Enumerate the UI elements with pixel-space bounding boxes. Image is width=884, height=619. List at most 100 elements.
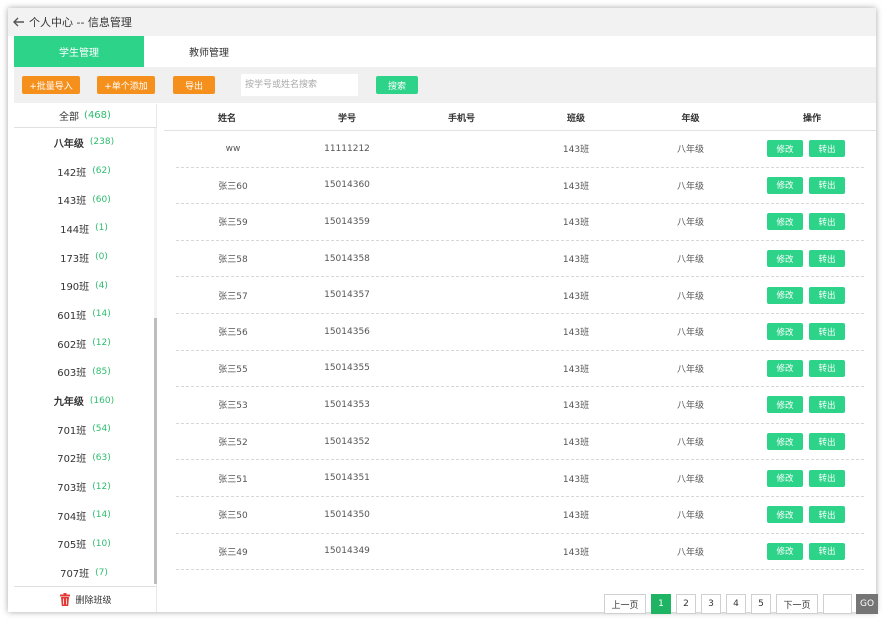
tab-student-management[interactable]: 学生管理: [14, 36, 144, 67]
cell-name: 张三50: [218, 511, 248, 522]
next-page-button[interactable]: 下一页: [776, 594, 818, 614]
sidebar-item-count: (10): [92, 538, 111, 549]
page-5-button[interactable]: 5: [751, 594, 771, 614]
sidebar-class-item[interactable]: 703班 (12): [14, 472, 154, 501]
sidebar-item-count: (12): [92, 481, 111, 492]
sidebar-all-count: (468): [84, 110, 111, 121]
edit-button[interactable]: 修改: [767, 359, 803, 377]
sidebar-class-item[interactable]: 601班 (14): [14, 300, 154, 329]
sidebar-item-count: (14): [92, 309, 111, 320]
sidebar-item-label: 707班: [60, 569, 90, 581]
sidebar-class-item[interactable]: 142班 (62): [14, 157, 154, 186]
cell-student-id: 15014352: [324, 436, 370, 447]
sidebar-item-label: 143班: [57, 196, 87, 208]
transfer-out-button[interactable]: 转出: [809, 542, 845, 560]
sidebar-item-label: 704班: [57, 511, 87, 523]
sidebar-item-count: (4): [95, 280, 108, 291]
cell-name: 张三58: [218, 255, 248, 266]
go-button[interactable]: GO: [856, 594, 878, 614]
tab-bar: 学生管理 教师管理: [14, 36, 876, 67]
prev-page-button[interactable]: 上一页: [604, 594, 646, 614]
sidebar-class-item[interactable]: 705班 (10): [14, 530, 154, 559]
edit-button[interactable]: 修改: [767, 140, 803, 158]
sidebar-grade-item[interactable]: 八年级 (238): [14, 128, 154, 157]
sidebar-class-item[interactable]: 173班 (0): [14, 243, 154, 272]
edit-button[interactable]: 修改: [767, 323, 803, 341]
add-single-button[interactable]: +单个添加: [97, 76, 155, 94]
cell-phone: [404, 241, 519, 277]
table-row: 张三56 15014356 143班 八年级 修改 转出: [176, 314, 864, 351]
edit-button[interactable]: 修改: [767, 542, 803, 560]
back-arrow-icon[interactable]: [12, 16, 26, 28]
cell-student-id: 15014360: [324, 180, 370, 191]
transfer-out-button[interactable]: 转出: [809, 433, 845, 451]
sidebar-item-label: 602班: [57, 339, 87, 351]
edit-button[interactable]: 修改: [767, 176, 803, 194]
table-row: 张三59 15014359 143班 八年级 修改 转出: [176, 204, 864, 241]
page-2-button[interactable]: 2: [676, 594, 696, 614]
cell-phone: [404, 131, 519, 167]
sidebar-class-item[interactable]: 190班 (4): [14, 271, 154, 300]
sidebar-class-item[interactable]: 701班 (54): [14, 415, 154, 444]
column-header-actions: 操作: [802, 113, 821, 124]
transfer-out-button[interactable]: 转出: [809, 250, 845, 268]
cell-class: 143班: [562, 328, 590, 339]
sidebar-class-item[interactable]: 602班 (12): [14, 329, 154, 358]
page-1-button[interactable]: 1: [651, 594, 671, 614]
transfer-out-button[interactable]: 转出: [809, 176, 845, 194]
page-number-list: 12345: [651, 594, 776, 614]
cell-phone: [404, 168, 519, 204]
cell-name: 张三56: [218, 328, 248, 339]
table-row: 张三52 15014352 143班 八年级 修改 转出: [176, 424, 864, 461]
transfer-out-button[interactable]: 转出: [809, 359, 845, 377]
transfer-out-button[interactable]: 转出: [809, 286, 845, 304]
edit-button[interactable]: 修改: [767, 506, 803, 524]
edit-button[interactable]: 修改: [767, 250, 803, 268]
sidebar-class-item[interactable]: 144班 (1): [14, 214, 154, 243]
edit-button[interactable]: 修改: [767, 396, 803, 414]
cell-phone: [404, 277, 519, 313]
cell-phone: [404, 424, 519, 460]
cell-phone: [404, 497, 519, 533]
transfer-out-button[interactable]: 转出: [809, 323, 845, 341]
cell-student-id: 15014357: [324, 290, 370, 301]
delete-class-button[interactable]: 删除班级: [14, 586, 157, 612]
sidebar-class-item[interactable]: 603班 (85): [14, 358, 154, 387]
sidebar-class-item[interactable]: 707班 (7): [14, 558, 154, 584]
search-button[interactable]: 搜索: [376, 76, 418, 94]
bulk-import-button[interactable]: +批量导入: [22, 76, 80, 94]
transfer-out-button[interactable]: 转出: [809, 506, 845, 524]
cell-phone: [404, 387, 519, 423]
search-input[interactable]: [241, 74, 358, 96]
cell-class: 143班: [562, 438, 590, 449]
transfer-out-button[interactable]: 转出: [809, 396, 845, 414]
table-row: ww 11111212 143班 八年级 修改 转出: [176, 131, 864, 168]
page-4-button[interactable]: 4: [726, 594, 746, 614]
edit-button[interactable]: 修改: [767, 433, 803, 451]
transfer-out-button[interactable]: 转出: [809, 469, 845, 487]
cell-grade: 八年级: [676, 255, 704, 266]
page-title: 个人中心 -- 信息管理: [29, 16, 132, 29]
edit-button[interactable]: 修改: [767, 213, 803, 231]
edit-button[interactable]: 修改: [767, 469, 803, 487]
sidebar-class-item[interactable]: 704班 (14): [14, 501, 154, 530]
sidebar-class-item[interactable]: 702班 (63): [14, 444, 154, 473]
transfer-out-button[interactable]: 转出: [809, 213, 845, 231]
cell-student-id: 15014353: [324, 399, 370, 410]
class-sidebar: 全部 (468) 八年级 (238) 142班 (62) 143班 (60) 144班 (1)…: [14, 104, 157, 612]
cell-grade: 八年级: [676, 364, 704, 375]
cell-student-id: 15014359: [324, 216, 370, 227]
sidebar-scrollbar-thumb[interactable]: [154, 318, 157, 584]
transfer-out-button[interactable]: 转出: [809, 140, 845, 158]
sidebar-grade-item[interactable]: 九年级 (160): [14, 386, 154, 415]
cell-actions: 修改 转出: [748, 534, 864, 570]
page-3-button[interactable]: 3: [701, 594, 721, 614]
cell-class: 143班: [562, 511, 590, 522]
sidebar-item-all[interactable]: 全部 (468): [14, 104, 156, 128]
page-jump-input[interactable]: [823, 594, 852, 614]
sidebar-list: 八年级 (238) 142班 (62) 143班 (60) 144班 (1) 173班 (0) 19…: [14, 128, 154, 584]
edit-button[interactable]: 修改: [767, 286, 803, 304]
export-button[interactable]: 导出: [173, 76, 215, 94]
tab-teacher-management[interactable]: 教师管理: [144, 36, 274, 67]
sidebar-class-item[interactable]: 143班 (60): [14, 185, 154, 214]
